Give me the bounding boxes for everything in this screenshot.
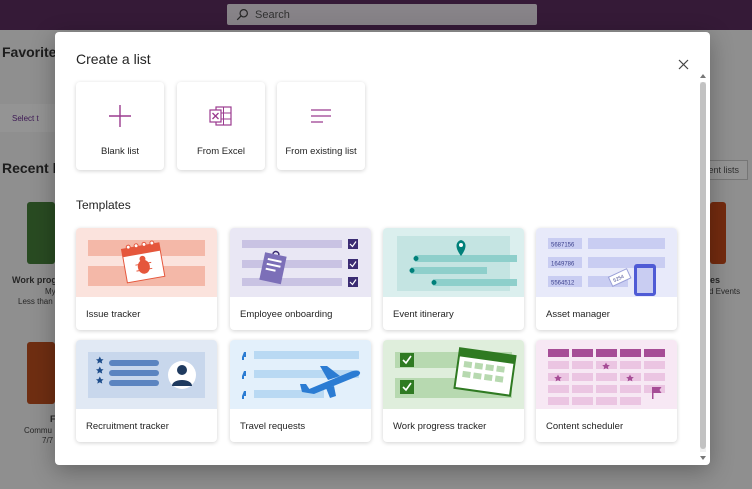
template-travel-requests[interactable]: Travel requests: [230, 340, 371, 442]
content-scheduler-label: Content scheduler: [546, 421, 624, 432]
travel-requests-illustration: [230, 340, 371, 409]
work-progress-tracker-label: Work progress tracker: [393, 421, 487, 432]
from-excel-option[interactable]: From Excel: [177, 82, 265, 170]
excel-icon: [208, 103, 234, 129]
asset-number-2: 1649786: [551, 262, 575, 268]
event-itinerary-illustration: [383, 228, 524, 297]
template-issue-tracker[interactable]: Issue tracker: [76, 228, 217, 330]
template-employee-onboarding[interactable]: Employee onboarding: [230, 228, 371, 330]
close-icon: [678, 59, 688, 69]
dialog-title: Create a list: [76, 51, 151, 67]
template-asset-manager[interactable]: 5687156 1649786 5564512 5254 Asset manag…: [536, 228, 677, 330]
travel-requests-label: Travel requests: [240, 421, 306, 432]
employee-onboarding-illustration: [230, 228, 371, 297]
asset-manager-illustration: 5687156 1649786 5564512 5254: [536, 228, 677, 297]
recruitment-tracker-illustration: [76, 340, 217, 409]
close-button[interactable]: [675, 56, 691, 72]
issue-tracker-illustration: [76, 228, 217, 297]
templates-heading: Templates: [76, 198, 131, 212]
scroll-down-arrow[interactable]: [700, 456, 706, 460]
template-event-itinerary[interactable]: Event itinerary: [383, 228, 524, 330]
plus-icon: [107, 103, 133, 129]
blank-list-option[interactable]: Blank list: [76, 82, 164, 170]
recruitment-tracker-label: Recruitment tracker: [86, 421, 169, 432]
create-list-dialog: Create a list Blank list From Excel From…: [55, 32, 710, 465]
from-existing-list-label: From existing list: [285, 146, 357, 157]
lines-icon: [308, 103, 334, 129]
from-excel-label: From Excel: [196, 146, 246, 157]
scroll-up-arrow[interactable]: [700, 74, 706, 78]
asset-number-3: 5564512: [551, 281, 575, 287]
template-work-progress-tracker[interactable]: Work progress tracker: [383, 340, 524, 442]
issue-tracker-label: Issue tracker: [86, 309, 141, 320]
employee-onboarding-label: Employee onboarding: [240, 309, 333, 320]
from-existing-list-option[interactable]: From existing list: [277, 82, 365, 170]
template-content-scheduler[interactable]: Content scheduler: [536, 340, 677, 442]
event-itinerary-label: Event itinerary: [393, 309, 454, 320]
blank-list-label: Blank list: [100, 146, 139, 157]
asset-manager-label: Asset manager: [546, 309, 610, 320]
asset-number-1: 5687156: [551, 243, 575, 249]
work-progress-tracker-illustration: [383, 340, 524, 409]
content-scheduler-illustration: [536, 340, 677, 409]
dialog-scrollbar[interactable]: [698, 70, 708, 465]
template-recruitment-tracker[interactable]: Recruitment tracker: [76, 340, 217, 442]
scroll-thumb[interactable]: [700, 82, 706, 449]
